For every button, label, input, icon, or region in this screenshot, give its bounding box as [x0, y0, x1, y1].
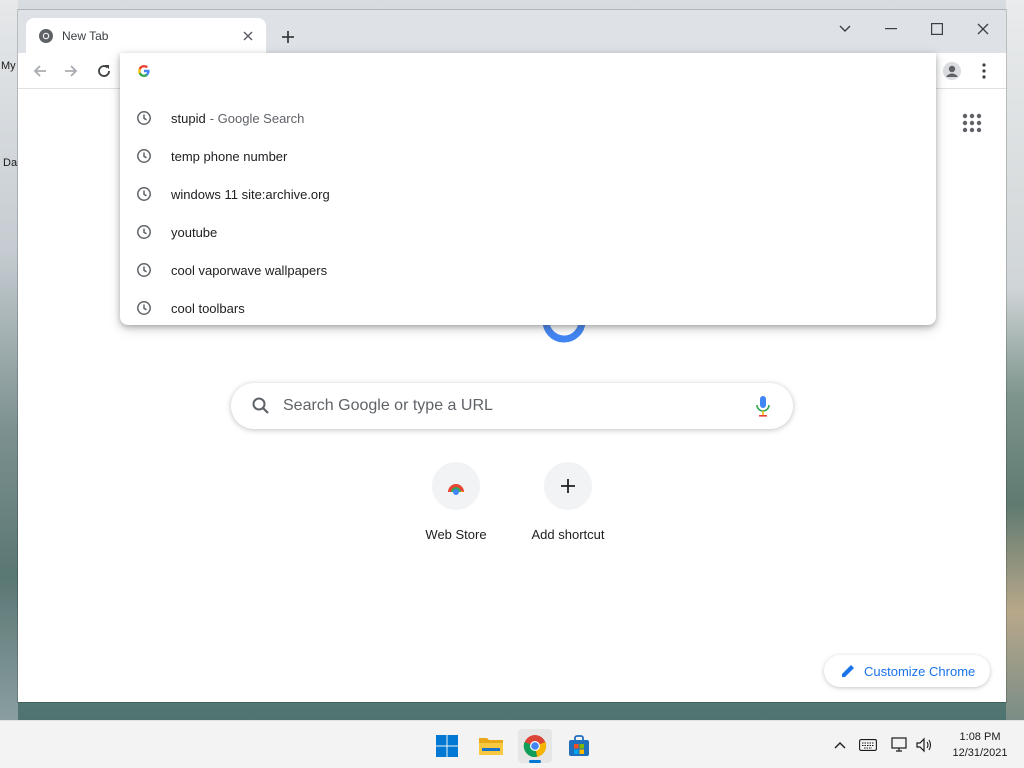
file-explorer-icon: [479, 738, 503, 755]
history-clock-icon: [137, 301, 151, 315]
taskbar-clock[interactable]: 1:08 PM 12/31/2021: [944, 729, 1016, 761]
taskbar: 1:08 PM 12/31/2021: [0, 720, 1024, 768]
minimize-icon: [885, 28, 897, 30]
tab-close-icon[interactable]: [240, 28, 256, 44]
tab-new-tab[interactable]: New Tab: [26, 18, 266, 53]
store-icon: [569, 735, 589, 756]
suggestion-item[interactable]: temp phone number: [120, 137, 936, 175]
customize-label: Customize Chrome: [864, 663, 976, 679]
customize-chrome-button[interactable]: Customize Chrome: [824, 655, 990, 687]
minimize-button[interactable]: [868, 14, 914, 44]
pencil-icon: [842, 665, 854, 677]
shortcut-tile: [432, 462, 480, 510]
suggestion-text: temp phone number: [171, 148, 288, 164]
shortcut-web-store[interactable]: Web Store: [400, 462, 512, 552]
google-g-icon: [138, 65, 150, 77]
suggestion-text: cool vaporwave wallpapers: [171, 262, 328, 278]
shortcut-tile: [544, 462, 592, 510]
profile-button[interactable]: [942, 61, 962, 81]
desktop-icon-label[interactable]: Da: [3, 157, 17, 169]
suggestion-item[interactable]: stupid - Google Search: [120, 99, 936, 137]
suggestion-item[interactable]: cool vaporwave wallpapers: [120, 251, 936, 289]
volume-button[interactable]: [914, 735, 934, 755]
shortcut-add[interactable]: Add shortcut: [512, 462, 624, 552]
keyboard-layout-button[interactable]: [858, 735, 878, 755]
network-button[interactable]: [890, 735, 910, 755]
ntp-search-box[interactable]: Search Google or type a URL: [231, 383, 793, 429]
maximize-button[interactable]: [914, 14, 960, 44]
tab-title: New Tab: [62, 28, 109, 43]
suggestion-item[interactable]: youtube: [120, 213, 936, 251]
forward-button[interactable]: [61, 61, 81, 81]
arrow-left-icon: [33, 65, 46, 77]
suggestion-text: stupid: [171, 110, 206, 126]
omnibox-input[interactable]: [120, 53, 936, 89]
reload-icon: [98, 65, 110, 77]
kebab-menu-icon: [982, 63, 986, 79]
close-window-button[interactable]: [960, 14, 1006, 44]
chrome-menu-button[interactable]: [974, 61, 994, 81]
active-app-indicator: [529, 760, 541, 763]
chrome-favicon-icon: [39, 28, 53, 43]
taskbar-chrome[interactable]: [518, 729, 552, 763]
new-tab-button[interactable]: [276, 25, 300, 49]
wallpaper-left-strip: [0, 0, 18, 720]
taskbar-store[interactable]: [562, 729, 596, 763]
omnibox-dropdown: stupid - Google Search temp phone number…: [120, 53, 936, 325]
maximize-icon: [931, 23, 943, 35]
shortcut-label: Add shortcut: [531, 527, 605, 542]
start-icon: [436, 735, 458, 757]
taskbar-file-explorer[interactable]: [474, 729, 508, 763]
suggestion-text: youtube: [171, 224, 218, 240]
history-clock-icon: [137, 111, 151, 125]
plus-icon: [561, 479, 575, 493]
suggestion-item[interactable]: cool toolbars: [120, 289, 936, 327]
chevron-up-icon: [834, 742, 846, 749]
history-clock-icon: [137, 149, 151, 163]
search-placeholder: Search Google or type a URL: [283, 397, 493, 414]
history-clock-icon: [137, 225, 151, 239]
chrome-window: New Tab Search Google or type a URL Web …: [18, 10, 1006, 702]
clock-time: 1:08 PM: [959, 731, 1001, 743]
shortcut-label: Web Store: [425, 527, 487, 542]
microphone-icon[interactable]: [753, 394, 773, 418]
tab-search-button[interactable]: [822, 14, 868, 44]
arrow-right-icon: [65, 65, 78, 77]
reload-button[interactable]: [94, 61, 114, 81]
back-button[interactable]: [30, 61, 50, 81]
show-hidden-icons-button[interactable]: [830, 735, 850, 755]
chevron-down-icon: [839, 25, 851, 32]
clock-date: 12/31/2021: [952, 747, 1008, 759]
desktop-icon-label[interactable]: My: [1, 60, 16, 72]
web-store-icon: [448, 484, 464, 495]
tab-strip: New Tab: [18, 10, 1006, 53]
chrome-icon: [523, 735, 547, 758]
history-clock-icon: [137, 263, 151, 277]
close-icon: [977, 23, 989, 35]
suggestion-text: cool toolbars: [171, 300, 245, 316]
keyboard-icon: [859, 739, 877, 751]
search-icon: [252, 397, 269, 414]
wallpaper-right-strip: [1006, 0, 1024, 720]
speaker-icon: [916, 737, 932, 753]
history-clock-icon: [137, 187, 151, 201]
suggestion-text: windows 11 site:archive.org: [171, 186, 330, 202]
apps-grid-icon: [962, 113, 982, 133]
profile-avatar-icon: [943, 62, 961, 80]
suggestion-description: - Google Search: [209, 110, 305, 126]
network-icon: [891, 737, 907, 752]
google-apps-button[interactable]: [960, 111, 984, 135]
start-button[interactable]: [430, 729, 464, 763]
suggestion-item[interactable]: windows 11 site:archive.org: [120, 175, 936, 213]
